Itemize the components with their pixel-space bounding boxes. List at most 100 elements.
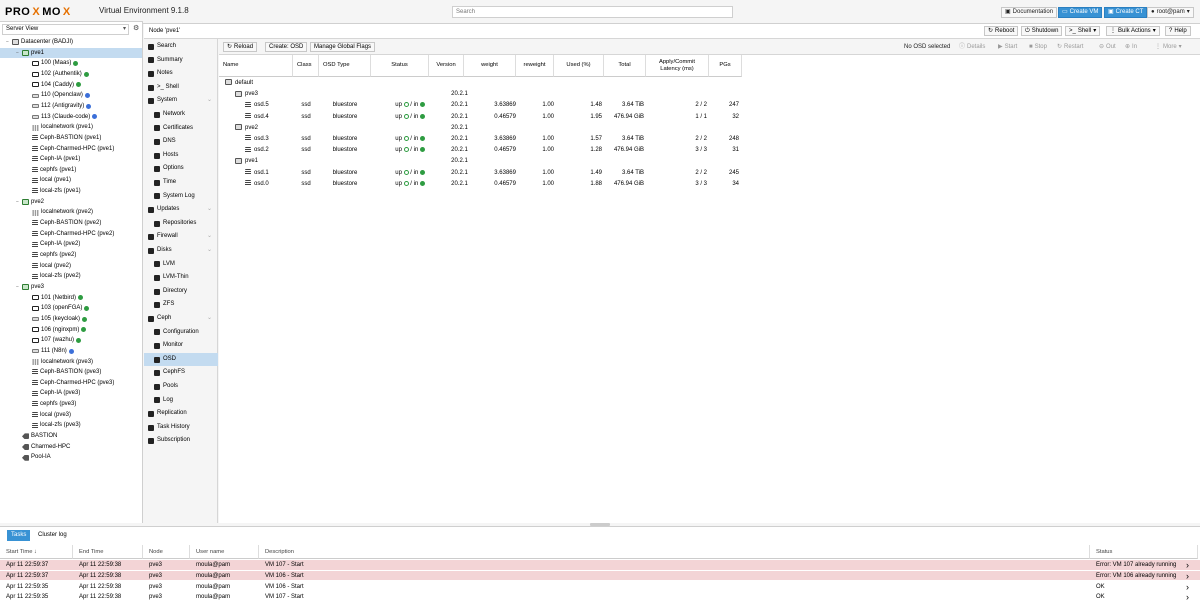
tree-item[interactable]: localnetwork (pve3): [0, 357, 142, 368]
nav-item[interactable]: Repositories: [144, 217, 218, 231]
tree-item[interactable]: 105 (keycloak): [0, 314, 142, 325]
details-button[interactable]: ⓘ Details: [959, 42, 985, 52]
nav-item[interactable]: Disks ⌄: [144, 244, 218, 258]
nav-item[interactable]: DNS: [144, 135, 218, 149]
create-osd-button[interactable]: Create: OSD: [265, 42, 308, 52]
grid-row[interactable]: osd.3 ssd bluestore up / in 20.2.1 3.63869 1.…: [219, 134, 1200, 145]
tree-item[interactable]: local (pve1): [0, 175, 142, 186]
nav-item[interactable]: Task History: [144, 421, 218, 435]
tree-item[interactable]: BASTION: [0, 431, 142, 442]
nav-item[interactable]: OSD: [144, 352, 218, 367]
restart-button[interactable]: ↻ Restart: [1057, 42, 1083, 52]
tree-item[interactable]: local (pve2): [0, 261, 142, 272]
task-column-header[interactable]: End Time: [73, 545, 143, 559]
tree-item[interactable]: − Datacenter (BADJI): [0, 37, 142, 48]
tree-item[interactable]: Ceph-IA (pve3): [0, 388, 142, 399]
tree-item[interactable]: 113 (Claude-code): [0, 112, 142, 123]
task-column-header[interactable]: Node: [143, 545, 190, 559]
grid-row[interactable]: pve2 20.2.1: [219, 123, 1200, 134]
task-row[interactable]: Apr 11 22:59:35 Apr 11 22:59:38 pve3 moula@…: [0, 582, 1200, 593]
nav-item[interactable]: Replication: [144, 407, 218, 421]
toggle-icon[interactable]: −: [15, 197, 20, 208]
tree-item[interactable]: localnetwork (pve1): [0, 122, 142, 133]
nav-item[interactable]: Ceph ⌄: [144, 312, 218, 326]
help-button[interactable]: ? Help: [1165, 26, 1191, 36]
grid-row[interactable]: pve3 20.2.1: [219, 89, 1200, 100]
search-input[interactable]: Search: [452, 6, 733, 18]
nav-item[interactable]: Options: [144, 162, 218, 176]
column-header[interactable]: Status: [371, 55, 429, 77]
tree-item[interactable]: Ceph-BASTION (pve1): [0, 133, 142, 144]
view-selector[interactable]: Server View ▾: [2, 24, 129, 35]
grid-row[interactable]: osd.4 ssd bluestore up / in 20.2.1 0.46579 1.…: [219, 112, 1200, 123]
grid-row[interactable]: osd.1 ssd bluestore up / in 20.2.1 3.63869 1.…: [219, 168, 1200, 179]
tree-item[interactable]: 112 (Antigravity): [0, 101, 142, 112]
tree-item[interactable]: 102 (Authentik): [0, 69, 142, 80]
tree-item[interactable]: Ceph-BASTION (pve2): [0, 218, 142, 229]
nav-item[interactable]: Summary: [144, 54, 218, 68]
reload-button[interactable]: ↻ Reload: [223, 42, 258, 52]
tree-item[interactable]: 104 (Caddy): [0, 80, 142, 91]
tree-item[interactable]: − pve3: [0, 282, 142, 293]
task-row[interactable]: Apr 11 22:59:37 Apr 11 22:59:38 pve3 moula@…: [0, 560, 1200, 571]
task-row[interactable]: Apr 11 22:59:37 Apr 11 22:59:38 pve3 moula@…: [0, 570, 1200, 582]
in-button[interactable]: ⊕ In: [1125, 42, 1137, 52]
column-header[interactable]: Total: [604, 55, 646, 77]
nav-item[interactable]: LVM-Thin: [144, 271, 218, 285]
nav-item[interactable]: Updates ⌄: [144, 203, 218, 217]
chevron-right-icon[interactable]: ›: [1186, 560, 1189, 571]
nav-item[interactable]: System ⌄: [144, 94, 218, 108]
column-header[interactable]: Class: [293, 55, 319, 77]
user-menu-button[interactable]: ● root@pam ▾: [1147, 7, 1194, 18]
create-vm-button[interactable]: ▭ Create VM: [1058, 7, 1103, 18]
tree-item[interactable]: Ceph-Charmed-HPC (pve2): [0, 229, 142, 240]
tab-tasks[interactable]: Tasks: [7, 530, 31, 541]
tree-item[interactable]: cephfs (pve1): [0, 165, 142, 176]
nav-item[interactable]: LVM: [144, 258, 218, 272]
grid-row[interactable]: osd.2 ssd bluestore up / in 20.2.1 0.46579 1.…: [219, 145, 1200, 156]
documentation-button[interactable]: ▣ Documentation: [1001, 7, 1058, 18]
nav-item[interactable]: Network: [144, 108, 218, 122]
tree-item[interactable]: Ceph-IA (pve2): [0, 239, 142, 250]
tree-item[interactable]: 100 (Maas): [0, 58, 142, 69]
start-button[interactable]: ▶ Start: [998, 42, 1017, 52]
task-column-header[interactable]: Status: [1090, 545, 1198, 559]
shutdown-button[interactable]: ⏻ Shutdown: [1021, 26, 1063, 36]
out-button[interactable]: ⊖ Out: [1099, 42, 1116, 52]
nav-item[interactable]: Pools: [144, 380, 218, 394]
nav-item[interactable]: Directory: [144, 285, 218, 299]
nav-item[interactable]: >_ Shell: [144, 81, 218, 95]
tree-item[interactable]: Ceph-BASTION (pve3): [0, 367, 142, 378]
task-column-header[interactable]: Start Time ↓: [0, 545, 73, 559]
nav-item[interactable]: Search: [144, 40, 218, 54]
task-column-header[interactable]: Description: [259, 545, 1090, 559]
tree-item[interactable]: cephfs (pve2): [0, 250, 142, 261]
tree-item[interactable]: − pve2: [0, 197, 142, 208]
tree-item[interactable]: 103 (openFGA): [0, 303, 142, 314]
tree-item[interactable]: local-zfs (pve2): [0, 271, 142, 282]
tree-item[interactable]: local-zfs (pve3): [0, 420, 142, 431]
column-header[interactable]: reweight: [516, 55, 554, 77]
column-header[interactable]: Apply/Commit Latency (ms): [646, 55, 709, 77]
chevron-right-icon[interactable]: ›: [1186, 571, 1189, 582]
tree-item[interactable]: Ceph-Charmed-HPC (pve1): [0, 144, 142, 155]
grid-row[interactable]: osd.5 ssd bluestore up / in 20.2.1 3.63869 1.…: [219, 100, 1200, 111]
nav-item[interactable]: Certificates: [144, 122, 218, 136]
more-button[interactable]: ⋮ More ▾: [1155, 42, 1182, 52]
column-header[interactable]: Version: [429, 55, 464, 77]
reboot-button[interactable]: ↻ Reboot: [984, 26, 1019, 36]
toggle-icon[interactable]: −: [15, 282, 20, 293]
tab-cluster-log[interactable]: Cluster log: [34, 530, 71, 541]
toggle-icon[interactable]: −: [15, 48, 20, 59]
nav-item[interactable]: Log: [144, 394, 218, 408]
tree-item[interactable]: local (pve3): [0, 410, 142, 421]
tree-item[interactable]: Ceph-Charmed-HPC (pve3): [0, 378, 142, 389]
nav-item[interactable]: Firewall ⌄: [144, 230, 218, 244]
tree-item[interactable]: Ceph-IA (pve1): [0, 154, 142, 165]
gear-icon[interactable]: ⚙: [133, 24, 141, 34]
nav-item[interactable]: Time: [144, 176, 218, 190]
task-column-header[interactable]: User name: [190, 545, 259, 559]
stop-button[interactable]: ■ Stop: [1029, 42, 1047, 52]
tree-item[interactable]: 106 (nginxpm): [0, 325, 142, 336]
bulk-actions-button[interactable]: ⋮ Bulk Actions ▾: [1106, 26, 1160, 36]
